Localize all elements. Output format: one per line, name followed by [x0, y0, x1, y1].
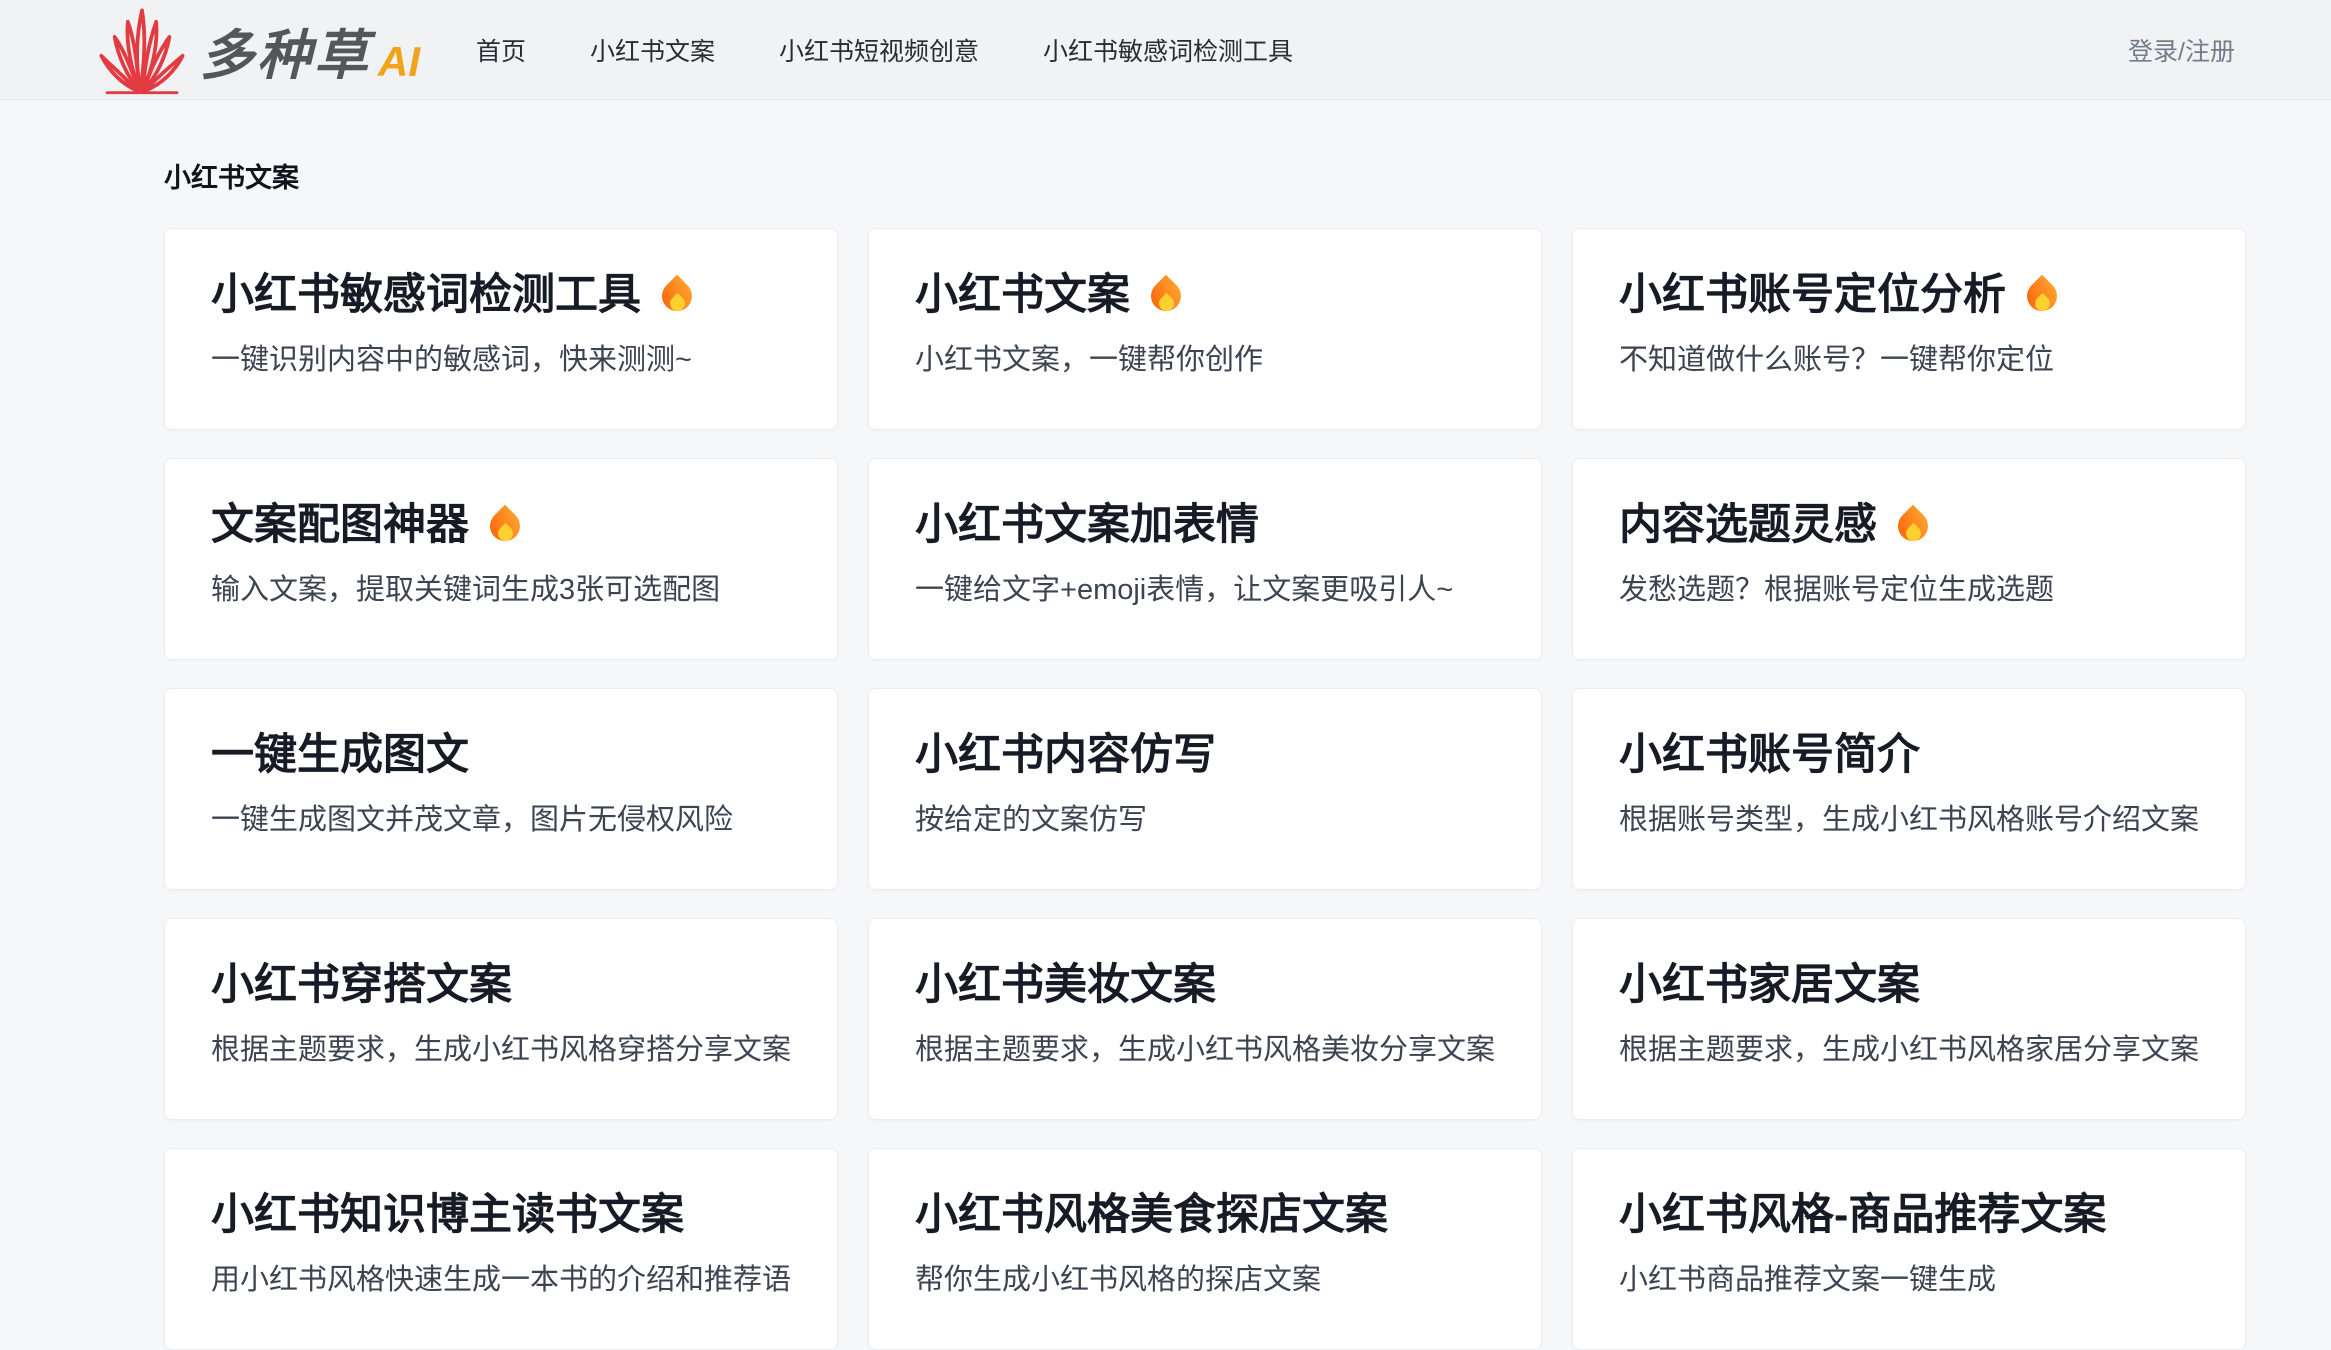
card-description: 输入文案，提取关键词生成3张可选配图 — [211, 571, 791, 609]
card-title-text: 内容选题灵感 — [1619, 499, 1877, 551]
card-description: 一键识别内容中的敏感词，快来测测~ — [211, 341, 791, 379]
section-title: 小红书文案 — [164, 162, 2167, 194]
grass-sprout-icon — [90, 7, 194, 97]
logo[interactable]: 多种草 AI — [90, 7, 420, 93]
card-title-text: 小红书文案 — [915, 269, 1130, 321]
card-description: 发愁选题？根据账号定位生成选题 — [1619, 571, 2199, 609]
tool-card[interactable]: 内容选题灵感 发愁选题？根据账号定位生成选题 — [1572, 458, 2246, 660]
nav-item-2[interactable]: 小红书短视频创意 — [779, 32, 979, 68]
fire-icon — [483, 504, 527, 550]
card-description: 一键给文字+emoji表情，让文案更吸引人~ — [915, 571, 1495, 609]
card-title-text: 小红书家居文案 — [1619, 959, 1920, 1011]
card-title: 内容选题灵感 — [1619, 499, 2199, 551]
card-title-text: 小红书敏感词检测工具 — [211, 269, 641, 321]
main-nav: 首页 小红书文案 小红书短视频创意 小红书敏感词检测工具 — [476, 32, 1293, 68]
card-description: 根据主题要求，生成小红书风格家居分享文案 — [1619, 1031, 2199, 1069]
tool-card[interactable]: 小红书敏感词检测工具 一键识别内容中的敏感词，快来测测~ — [164, 228, 838, 430]
tool-card[interactable]: 小红书风格-商品推荐文案 小红书商品推荐文案一键生成 — [1572, 1148, 2246, 1350]
tool-card[interactable]: 小红书美妆文案 根据主题要求，生成小红书风格美妆分享文案 — [868, 918, 1542, 1120]
tool-card[interactable]: 小红书内容仿写 按给定的文案仿写 — [868, 688, 1542, 890]
card-description: 根据主题要求，生成小红书风格美妆分享文案 — [915, 1031, 1495, 1069]
tool-card[interactable]: 小红书账号定位分析 不知道做什么账号？一键帮你定位 — [1572, 228, 2246, 430]
fire-icon — [655, 274, 699, 320]
fire-icon — [1144, 274, 1188, 320]
card-title: 小红书家居文案 — [1619, 959, 2199, 1011]
card-title-text: 小红书文案加表情 — [915, 499, 1259, 551]
card-title-text: 小红书美妆文案 — [915, 959, 1216, 1011]
card-title-text: 小红书账号定位分析 — [1619, 269, 2006, 321]
tool-card[interactable]: 小红书文案加表情 一键给文字+emoji表情，让文案更吸引人~ — [868, 458, 1542, 660]
tool-card[interactable]: 文案配图神器 输入文案，提取关键词生成3张可选配图 — [164, 458, 838, 660]
tool-card[interactable]: 小红书账号简介 根据账号类型，生成小红书风格账号介绍文案 — [1572, 688, 2246, 890]
card-description: 根据账号类型，生成小红书风格账号介绍文案 — [1619, 801, 2199, 839]
card-description: 小红书文案，一键帮你创作 — [915, 341, 1495, 379]
card-title: 小红书风格美食探店文案 — [915, 1189, 1495, 1241]
card-description: 一键生成图文并茂文章，图片无侵权风险 — [211, 801, 791, 839]
card-description: 小红书商品推荐文案一键生成 — [1619, 1261, 2199, 1299]
card-title: 文案配图神器 — [211, 499, 791, 551]
card-title: 一键生成图文 — [211, 729, 791, 781]
card-title: 小红书知识博主读书文案 — [211, 1189, 791, 1241]
card-title: 小红书账号简介 — [1619, 729, 2199, 781]
card-title-text: 小红书内容仿写 — [915, 729, 1216, 781]
card-title-text: 小红书穿搭文案 — [211, 959, 512, 1011]
brand-suffix: AI — [378, 41, 420, 93]
card-title-text: 小红书账号简介 — [1619, 729, 1920, 781]
nav-item-0[interactable]: 首页 — [476, 32, 526, 68]
fire-icon — [2020, 274, 2064, 320]
card-title-text: 小红书风格美食探店文案 — [915, 1189, 1388, 1241]
card-title-text: 小红书知识博主读书文案 — [211, 1189, 684, 1241]
card-description: 按给定的文案仿写 — [915, 801, 1495, 839]
card-title-text: 文案配图神器 — [211, 499, 469, 551]
tool-card[interactable]: 小红书知识博主读书文案 用小红书风格快速生成一本书的介绍和推荐语 — [164, 1148, 838, 1350]
tool-card[interactable]: 小红书家居文案 根据主题要求，生成小红书风格家居分享文案 — [1572, 918, 2246, 1120]
header: 多种草 AI 首页 小红书文案 小红书短视频创意 小红书敏感词检测工具 登录/注… — [0, 0, 2331, 100]
card-title: 小红书穿搭文案 — [211, 959, 791, 1011]
nav-item-3[interactable]: 小红书敏感词检测工具 — [1043, 32, 1293, 68]
card-description: 帮你生成小红书风格的探店文案 — [915, 1261, 1495, 1299]
tool-card[interactable]: 小红书风格美食探店文案 帮你生成小红书风格的探店文案 — [868, 1148, 1542, 1350]
card-description: 不知道做什么账号？一键帮你定位 — [1619, 341, 2199, 379]
brand-name: 多种草 — [200, 29, 371, 93]
card-title: 小红书美妆文案 — [915, 959, 1495, 1011]
card-title: 小红书文案 — [915, 269, 1495, 321]
tool-card[interactable]: 小红书文案 小红书文案，一键帮你创作 — [868, 228, 1542, 430]
main-content: 小红书文案 小红书敏感词检测工具 一键识别内容中的敏感词，快来测测~ 小红书文案… — [0, 162, 2331, 1350]
card-title-text: 小红书风格-商品推荐文案 — [1619, 1189, 2106, 1241]
card-title: 小红书敏感词检测工具 — [211, 269, 791, 321]
login-register-link[interactable]: 登录/注册 — [2128, 32, 2235, 68]
card-title-text: 一键生成图文 — [211, 729, 469, 781]
card-title: 小红书风格-商品推荐文案 — [1619, 1189, 2199, 1241]
card-description: 根据主题要求，生成小红书风格穿搭分享文案 — [211, 1031, 791, 1069]
tool-card-grid: 小红书敏感词检测工具 一键识别内容中的敏感词，快来测测~ 小红书文案 小红书文案… — [164, 228, 2167, 1350]
card-title: 小红书内容仿写 — [915, 729, 1495, 781]
card-description: 用小红书风格快速生成一本书的介绍和推荐语 — [211, 1261, 791, 1299]
tool-card[interactable]: 一键生成图文 一键生成图文并茂文章，图片无侵权风险 — [164, 688, 838, 890]
tool-card[interactable]: 小红书穿搭文案 根据主题要求，生成小红书风格穿搭分享文案 — [164, 918, 838, 1120]
fire-icon — [1891, 504, 1935, 550]
nav-item-1[interactable]: 小红书文案 — [590, 32, 715, 68]
card-title: 小红书文案加表情 — [915, 499, 1495, 551]
card-title: 小红书账号定位分析 — [1619, 269, 2199, 321]
